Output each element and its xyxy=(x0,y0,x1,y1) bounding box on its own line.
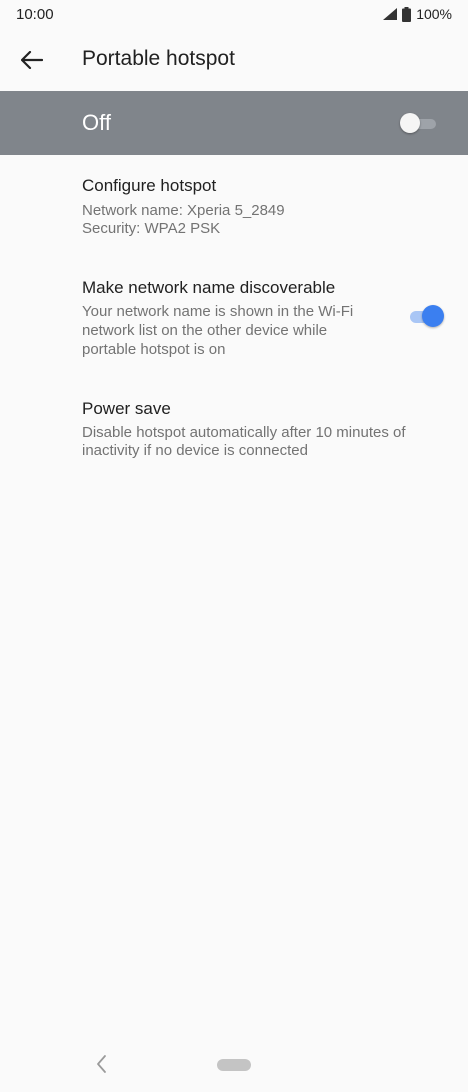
discoverable-title: Make network name discoverable xyxy=(82,278,336,297)
screen: 10:00 100% Portable hotspot Off Configur… xyxy=(0,0,468,1092)
status-bar: 10:00 100% xyxy=(0,0,468,30)
configure-hotspot-network-name: Network name: Xperia 5_2849 xyxy=(82,202,285,219)
power-save-summary-line-2: inactivity if no device is connected xyxy=(82,442,308,459)
power-save-summary-line-1: Disable hotspot automatically after 10 m… xyxy=(82,424,406,441)
discoverable-item[interactable]: Make network name discoverable Your netw… xyxy=(0,268,468,368)
navigation-bar xyxy=(0,1038,468,1092)
battery-percent: 100% xyxy=(416,6,452,22)
discoverable-toggle[interactable] xyxy=(406,303,446,329)
discoverable-summary-line-3: portable hotspot is on xyxy=(82,341,226,358)
status-time: 10:00 xyxy=(16,6,54,23)
discoverable-summary-line-1: Your network name is shown in the Wi-Fi xyxy=(82,303,354,320)
master-switch-bar[interactable]: Off xyxy=(0,91,468,155)
back-button[interactable] xyxy=(14,44,50,76)
battery-icon xyxy=(402,6,412,22)
hotspot-toggle[interactable] xyxy=(400,112,438,134)
toggle-thumb xyxy=(422,305,444,327)
app-bar: Portable hotspot xyxy=(0,30,468,91)
nav-home-pill[interactable] xyxy=(217,1059,251,1071)
power-save-title: Power save xyxy=(82,399,171,418)
discoverable-summary-line-2: network list on the other device while xyxy=(82,322,328,339)
signal-icon xyxy=(383,8,398,20)
master-switch-label: Off xyxy=(82,110,111,135)
arrow-back-icon xyxy=(21,51,43,69)
toggle-thumb xyxy=(400,113,420,133)
status-icons: 100% xyxy=(383,6,452,22)
configure-hotspot-security: Security: WPA2 PSK xyxy=(82,220,221,237)
power-save-item[interactable]: Power save Disable hotspot automatically… xyxy=(0,390,468,470)
nav-back-icon[interactable] xyxy=(91,1052,111,1076)
configure-hotspot-item[interactable]: Configure hotspot Network name: Xperia 5… xyxy=(0,166,468,246)
configure-hotspot-title: Configure hotspot xyxy=(82,176,217,195)
page-title: Portable hotspot xyxy=(82,47,235,70)
